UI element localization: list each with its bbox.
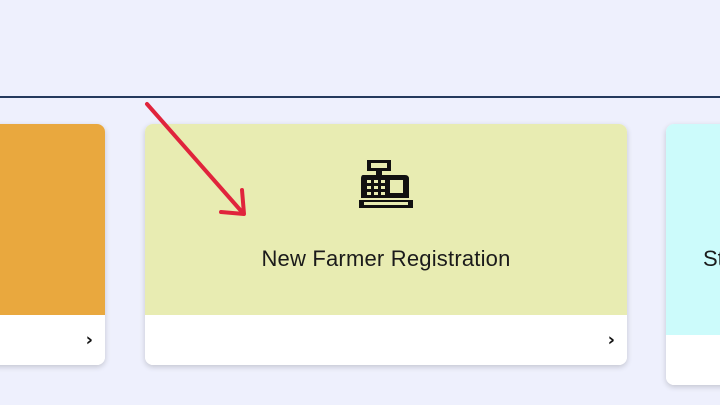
new-farmer-registration-card[interactable]: New Farmer Registration › — [145, 124, 627, 365]
card-footer[interactable]: › — [145, 315, 627, 365]
chevron-right-icon[interactable]: › — [86, 330, 93, 351]
chevron-right-icon[interactable]: › — [608, 330, 615, 351]
card-title: St — [703, 246, 720, 271]
card-banner — [0, 124, 105, 315]
header-divider — [0, 96, 720, 98]
cash-register-icon — [359, 160, 413, 208]
card-banner: New Farmer Registration — [145, 124, 627, 315]
module-card-right[interactable]: St — [666, 124, 720, 385]
card-title: New Farmer Registration — [261, 246, 511, 271]
card-banner: St — [666, 124, 720, 335]
module-card-left[interactable]: › — [0, 124, 105, 365]
card-footer[interactable] — [666, 335, 720, 385]
card-footer[interactable]: › — [0, 315, 105, 365]
